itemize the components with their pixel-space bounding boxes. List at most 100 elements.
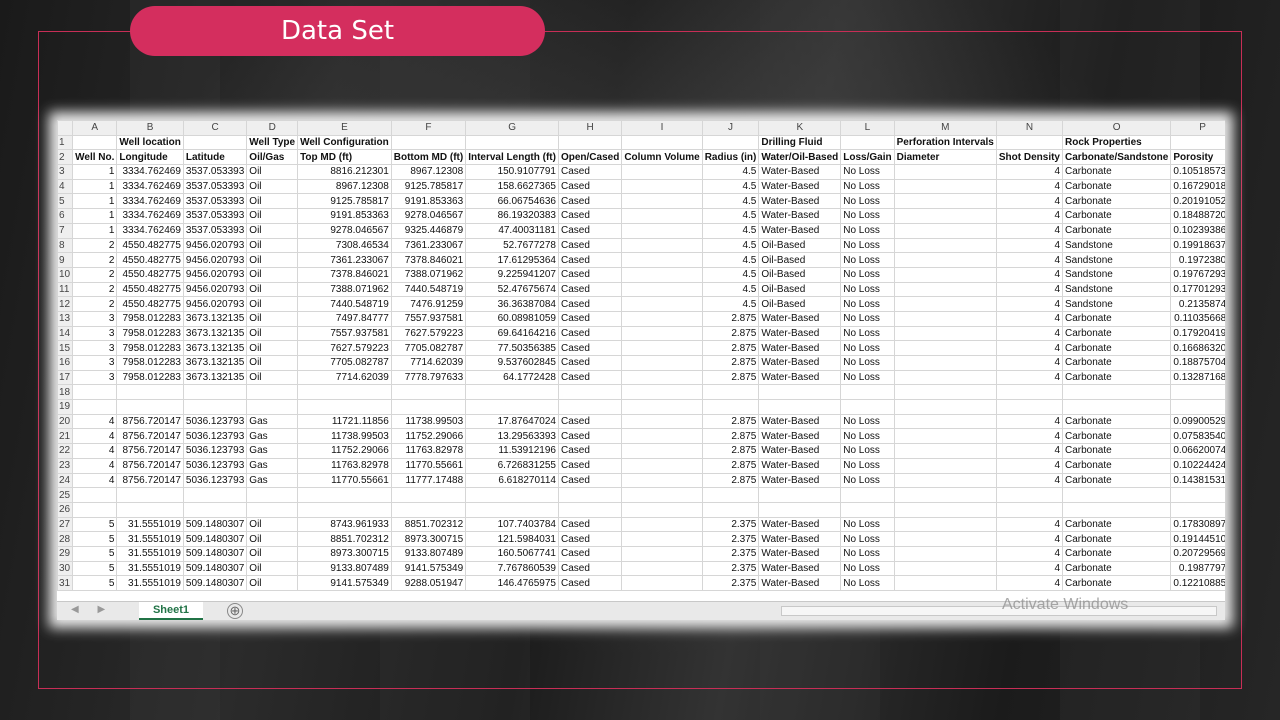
cell[interactable]: 9133.807489 bbox=[297, 560, 392, 577]
cell[interactable]: 2 bbox=[72, 296, 118, 312]
cell[interactable] bbox=[621, 266, 703, 283]
cell[interactable]: 66.06754636 bbox=[465, 193, 559, 210]
cell[interactable] bbox=[182, 487, 248, 503]
cell[interactable]: No Loss bbox=[840, 193, 895, 210]
cell[interactable]: Carbonate bbox=[1061, 355, 1172, 371]
cell[interactable]: Carbonate bbox=[1061, 472, 1172, 489]
cell[interactable] bbox=[246, 501, 299, 518]
cell[interactable]: 31.5551019 bbox=[116, 575, 184, 591]
cell[interactable]: Interval Length (ft) bbox=[465, 149, 559, 166]
cell[interactable] bbox=[1170, 487, 1225, 503]
cell[interactable]: 11738.99503 bbox=[297, 428, 392, 445]
cell[interactable]: Water-Based bbox=[758, 369, 842, 386]
cell[interactable]: Cased bbox=[557, 443, 623, 459]
cell[interactable]: Carbonate bbox=[1061, 369, 1172, 386]
cell[interactable]: Water/Oil-Based bbox=[758, 149, 842, 166]
cell[interactable]: 0.207295696 bbox=[1170, 545, 1225, 562]
cell[interactable]: 3 bbox=[72, 325, 118, 342]
cell[interactable]: Water-Based bbox=[758, 516, 842, 533]
cell[interactable]: Water-Based bbox=[758, 472, 842, 489]
cell[interactable]: No Loss bbox=[840, 296, 895, 312]
cell[interactable]: Oil-Based bbox=[758, 252, 842, 268]
cell[interactable]: 7958.012283 bbox=[116, 310, 184, 327]
cell[interactable]: 9125.785817 bbox=[297, 193, 392, 210]
column-header-l[interactable]: L bbox=[840, 120, 895, 136]
cell[interactable]: 3537.053393 bbox=[182, 208, 248, 224]
cell[interactable]: 9.537602845 bbox=[465, 355, 559, 371]
cell[interactable]: Carbonate bbox=[1061, 178, 1172, 195]
cell[interactable]: Water-Based bbox=[758, 310, 842, 327]
cell[interactable]: Top MD (ft) bbox=[297, 149, 392, 166]
cell[interactable]: Oil-Based bbox=[758, 296, 842, 312]
cell[interactable]: Cased bbox=[557, 355, 623, 371]
cell[interactable]: 4550.482775 bbox=[116, 237, 184, 254]
cell[interactable]: Cased bbox=[557, 545, 623, 562]
cell[interactable]: 8851.702312 bbox=[297, 531, 392, 547]
cell[interactable] bbox=[893, 369, 997, 386]
cell[interactable]: 17.87647024 bbox=[465, 413, 559, 430]
cell[interactable]: 0.102393864 bbox=[1170, 222, 1225, 239]
cell[interactable]: 8967.12308 bbox=[297, 178, 392, 195]
row-header[interactable]: 12 bbox=[57, 296, 74, 312]
cell[interactable]: Cased bbox=[557, 222, 623, 239]
cell[interactable]: 3334.762469 bbox=[116, 178, 184, 195]
cell[interactable]: 9191.853363 bbox=[390, 193, 467, 210]
cell[interactable]: 0.21358746 bbox=[1170, 296, 1225, 312]
cell[interactable]: 8756.720147 bbox=[116, 428, 184, 445]
cell[interactable]: 52.47675674 bbox=[465, 281, 559, 298]
cell[interactable] bbox=[621, 487, 703, 503]
cell[interactable]: Sandstone bbox=[1061, 237, 1172, 254]
cell[interactable]: No Loss bbox=[840, 178, 895, 195]
cell[interactable]: 7361.233067 bbox=[390, 237, 467, 254]
cell[interactable] bbox=[72, 384, 118, 401]
cell[interactable]: Oil bbox=[246, 575, 299, 591]
cell[interactable]: 11738.99503 bbox=[390, 413, 467, 430]
cell[interactable]: 146.4765975 bbox=[465, 575, 559, 591]
cell[interactable]: 7958.012283 bbox=[116, 325, 184, 342]
cell[interactable]: 4 bbox=[995, 575, 1064, 591]
cell[interactable] bbox=[893, 266, 997, 283]
cell[interactable]: Carbonate bbox=[1061, 310, 1172, 327]
cell[interactable]: Diameter bbox=[893, 149, 997, 166]
cell[interactable]: 5 bbox=[72, 516, 118, 533]
cell[interactable]: 2 bbox=[72, 266, 118, 283]
cell[interactable]: 4.5 bbox=[701, 193, 760, 210]
cell[interactable]: No Loss bbox=[840, 560, 895, 577]
cell[interactable]: 0.179204192 bbox=[1170, 325, 1225, 342]
cell[interactable]: 509.1480307 bbox=[182, 575, 248, 591]
cell[interactable]: 4 bbox=[995, 560, 1064, 577]
cell[interactable]: Cased bbox=[557, 193, 623, 210]
cell[interactable]: 4.5 bbox=[701, 178, 760, 195]
cell[interactable]: Open/Cased bbox=[557, 149, 623, 166]
cell[interactable]: 0.178308974 bbox=[1170, 516, 1225, 533]
cell[interactable]: 4 bbox=[995, 428, 1064, 445]
cell[interactable]: 31.5551019 bbox=[116, 560, 184, 577]
cell[interactable]: Carbonate bbox=[1061, 413, 1172, 430]
cell[interactable]: 52.7677278 bbox=[465, 237, 559, 254]
cell[interactable] bbox=[701, 487, 760, 503]
cell[interactable] bbox=[701, 501, 760, 518]
cell[interactable] bbox=[701, 134, 760, 151]
cell[interactable]: 4 bbox=[72, 413, 118, 430]
cell[interactable] bbox=[1170, 384, 1225, 401]
cell[interactable]: No Loss bbox=[840, 222, 895, 239]
cell[interactable]: 2.875 bbox=[701, 413, 760, 430]
cell[interactable]: No Loss bbox=[840, 413, 895, 430]
cell[interactable]: Carbonate/Sandstone bbox=[1061, 149, 1172, 166]
cell[interactable]: 3673.132135 bbox=[182, 325, 248, 342]
row-header[interactable]: 11 bbox=[57, 281, 74, 298]
cell[interactable]: 4 bbox=[995, 266, 1064, 283]
row-header[interactable]: 7 bbox=[57, 222, 74, 239]
cell[interactable]: 4.5 bbox=[701, 252, 760, 268]
cell[interactable]: 11752.29066 bbox=[390, 428, 467, 445]
cell[interactable]: 0.191445102 bbox=[1170, 531, 1225, 547]
cell[interactable]: Water-Based bbox=[758, 178, 842, 195]
cell[interactable]: Well Type bbox=[246, 134, 299, 151]
cell[interactable]: 0.177012938 bbox=[1170, 281, 1225, 298]
cell[interactable]: 9456.020793 bbox=[182, 281, 248, 298]
cell[interactable] bbox=[893, 413, 997, 430]
cell[interactable]: 8756.720147 bbox=[116, 457, 184, 474]
cell[interactable]: 11.53912196 bbox=[465, 443, 559, 459]
row-header[interactable]: 8 bbox=[57, 237, 74, 254]
cell[interactable]: Oil bbox=[246, 178, 299, 195]
